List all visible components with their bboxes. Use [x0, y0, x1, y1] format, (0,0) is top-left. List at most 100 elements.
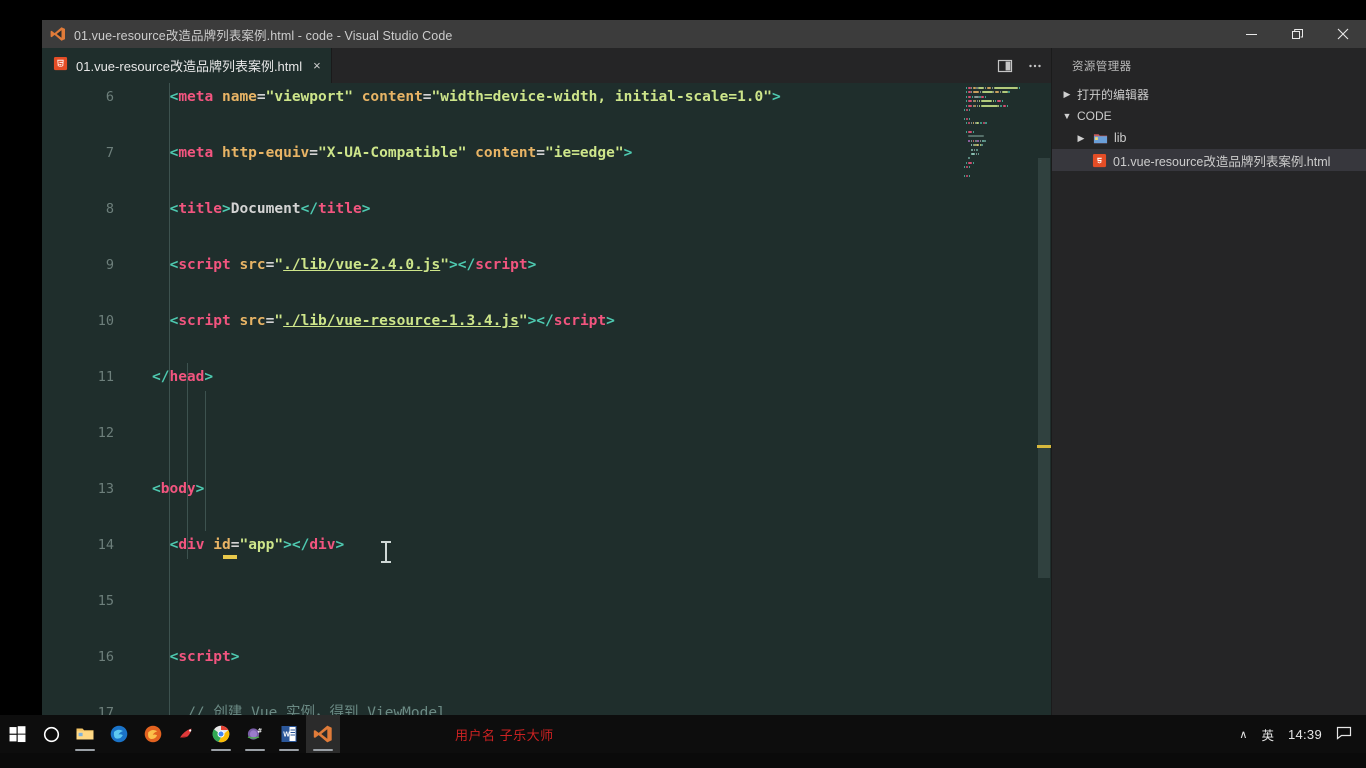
code-line[interactable]: 9 <script src="./lib/vue-2.4.0.js"></scri… [42, 251, 1051, 279]
minimap-line [970, 153, 975, 155]
code-editor[interactable]: 6 <meta name="viewport" content="width=de… [42, 83, 1051, 715]
minimap-line [984, 139, 986, 142]
minimap-line [1000, 104, 1002, 107]
minimap-line [972, 131, 974, 133]
code-line[interactable]: 13 <body> [42, 475, 1051, 503]
minimap-line [978, 104, 981, 107]
section-open-editors[interactable]: ▶ 打开的编辑器 [1052, 83, 1366, 105]
scrollbar-thumb[interactable] [1038, 158, 1050, 578]
minimap-line [969, 166, 971, 169]
minimap-line [980, 122, 983, 125]
minimap-line [971, 95, 974, 98]
code-line[interactable]: 17 // 创建 Vue 实例，得到 ViewModel [42, 699, 1051, 715]
minimap-line [981, 144, 983, 147]
code-line[interactable]: 15 [42, 587, 1051, 615]
minimap-line [976, 144, 979, 147]
workspace-label: CODE [1077, 109, 1112, 123]
minimap-line [969, 175, 971, 177]
line-number: 15 [97, 593, 114, 609]
taskbar-visual-studio[interactable]: # [238, 715, 272, 753]
minimap-line [980, 104, 998, 107]
minimap-line [965, 175, 969, 177]
taskbar-vscode[interactable] [306, 715, 340, 753]
line-content: <title>Document</title> [169, 201, 371, 217]
maximize-button[interactable] [1274, 20, 1320, 48]
code-line[interactable]: 7 <meta http-equiv="X-UA-Compatible" cont… [42, 139, 1051, 167]
section-workspace-folder[interactable]: ▼ CODE [1052, 105, 1366, 127]
minimap-line [978, 87, 985, 89]
taskbar-red-app[interactable] [170, 715, 204, 753]
line-content: <meta http-equiv="X-UA-Compatible" conte… [169, 145, 633, 161]
minimap-line [965, 117, 969, 120]
tab-close-icon[interactable]: × [313, 59, 321, 72]
taskbar-word[interactable]: W [272, 715, 306, 753]
close-button[interactable] [1320, 20, 1366, 48]
line-number: 8 [105, 201, 114, 217]
minimap-line [976, 104, 979, 107]
code-line[interactable]: 14 <div id="app"></div> [42, 531, 1051, 559]
minimap-line [985, 95, 987, 98]
tree-item-label: lib [1114, 131, 1127, 145]
line-number: 13 [97, 481, 114, 497]
minimap-line [974, 104, 977, 107]
split-editor-icon[interactable] [997, 58, 1013, 74]
code-line[interactable]: 11 </head> [42, 363, 1051, 391]
minimap-line [987, 87, 992, 89]
screen: 01.vue-resource改造品牌列表案例.html - code - Vi… [0, 0, 1366, 768]
minimap-line [968, 161, 972, 164]
taskbar-chrome[interactable] [204, 715, 238, 753]
running-indicator [245, 749, 265, 751]
minimap-line [994, 87, 1019, 89]
code-line[interactable]: 6 <meta name="viewport" content="width=de… [42, 83, 1051, 111]
minimap-line [1002, 91, 1008, 94]
line-number: 11 [97, 369, 114, 385]
minimap-line [980, 100, 992, 103]
chevron-right-icon: ▶ [1063, 88, 1071, 99]
minimap-line [968, 100, 972, 103]
editor-minimap[interactable] [961, 83, 1033, 715]
tray-chevron-icon[interactable]: ∧ [1239, 728, 1247, 741]
line-content: <body> [152, 481, 205, 497]
taskbar-clock[interactable]: 14:39 [1288, 727, 1322, 742]
start-button[interactable] [0, 715, 34, 753]
editor-tab-actions [997, 48, 1043, 83]
ime-indicator[interactable]: 英 [1261, 725, 1274, 744]
minimap-line [1008, 91, 1010, 94]
speech-bubble-icon[interactable] [1336, 725, 1352, 744]
code-line[interactable]: 16 <script> [42, 643, 1051, 671]
code-line[interactable]: 12 [42, 419, 1051, 447]
line-number: 9 [105, 257, 114, 273]
taskbar-firefox[interactable] [136, 715, 170, 753]
cortana-search-button[interactable] [34, 715, 68, 753]
editor-tab-active[interactable]: 01.vue-resource改造品牌列表案例.html × [42, 48, 332, 83]
minimap-line [970, 122, 972, 125]
minimap-line [975, 153, 977, 155]
tree-item-lib[interactable]: ▶ lib [1052, 127, 1366, 149]
sidebar-title: 资源管理器 [1072, 60, 1132, 73]
window-title: 01.vue-resource改造品牌列表案例.html - code - Vi… [74, 28, 453, 43]
code-line[interactable]: 10 <script src="./lib/vue-resource-1.3.4.… [42, 307, 1051, 335]
line-content: <script src="./lib/vue-resource-1.3.4.js… [169, 313, 615, 329]
minimap-line [981, 91, 993, 94]
code-line[interactable]: 8 <title>Document</title> [42, 195, 1051, 223]
taskbar-file-explorer[interactable] [68, 715, 102, 753]
html5-file-icon [1092, 153, 1108, 168]
minimap-line [972, 161, 974, 164]
line-content: <script src="./lib/vue-2.4.0.js"></scrip… [169, 257, 537, 273]
indent-guide [205, 391, 206, 531]
minimap-line [978, 100, 981, 103]
line-content: <meta name="viewport" content="width=dev… [169, 89, 781, 105]
editor-scrollbar[interactable] [1037, 83, 1051, 715]
minimap-line [1001, 100, 1003, 103]
tree-item-html-file[interactable]: 01.vue-resource改造品牌列表案例.html [1052, 149, 1366, 171]
minimap-line [968, 91, 971, 94]
taskbar-firefox-dev[interactable] [102, 715, 136, 753]
minimap-line [972, 139, 975, 142]
minimap-line [969, 117, 971, 120]
line-number: 10 [97, 313, 114, 329]
minimize-button[interactable] [1228, 20, 1274, 48]
more-actions-icon[interactable] [1027, 58, 1043, 74]
minimap-line [1007, 104, 1009, 107]
minimap-line [970, 148, 974, 151]
minimap-line [979, 139, 982, 142]
